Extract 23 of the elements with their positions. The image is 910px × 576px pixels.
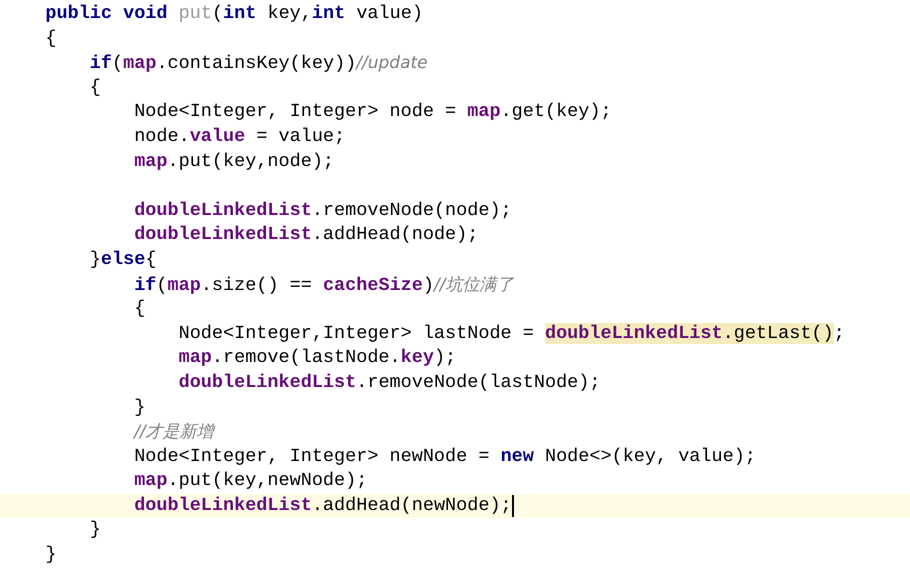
code-line: doubleLinkedList.removeNode(lastNode); — [178, 370, 600, 395]
text-cursor — [512, 495, 514, 518]
code-line: } — [90, 518, 101, 542]
code-line: { — [90, 76, 101, 100]
code-line: } — [134, 396, 146, 420]
code-line: }else{ — [90, 248, 156, 272]
code-line: { — [134, 297, 146, 322]
code-line: Node<Integer,Integer> lastNode = doubleLinkedList.getLast(); — [178, 322, 845, 346]
code-line: doubleLinkedList.addHead(newNode); — [134, 494, 512, 518]
code-line: map.put(key,node); — [134, 150, 334, 174]
code-line: public void put(int key,int value) — [45, 2, 423, 26]
code-line: if(map.containsKey(key))//update — [90, 52, 428, 76]
code-line: node.value = value; — [134, 124, 346, 149]
code-line: map.remove(lastNode.key); — [178, 346, 456, 370]
code-line: map.put(key,newNode); — [134, 469, 368, 494]
code-line: Node<Integer, Integer> newNode = new Node<>(key, value); — [134, 444, 756, 469]
code-line: doubleLinkedList.removeNode(node); — [134, 198, 512, 223]
code-line: doubleLinkedList.addHead(node); — [134, 223, 478, 248]
code-line: Node<Integer, Integer> node = map.get(key); — [134, 100, 612, 124]
code-line: { — [45, 26, 56, 51]
code-line: } — [45, 543, 56, 568]
code-line: //才是新增 — [134, 421, 214, 444]
code-line: if(map.size() == cacheSize)//坑位满了 — [134, 274, 514, 298]
